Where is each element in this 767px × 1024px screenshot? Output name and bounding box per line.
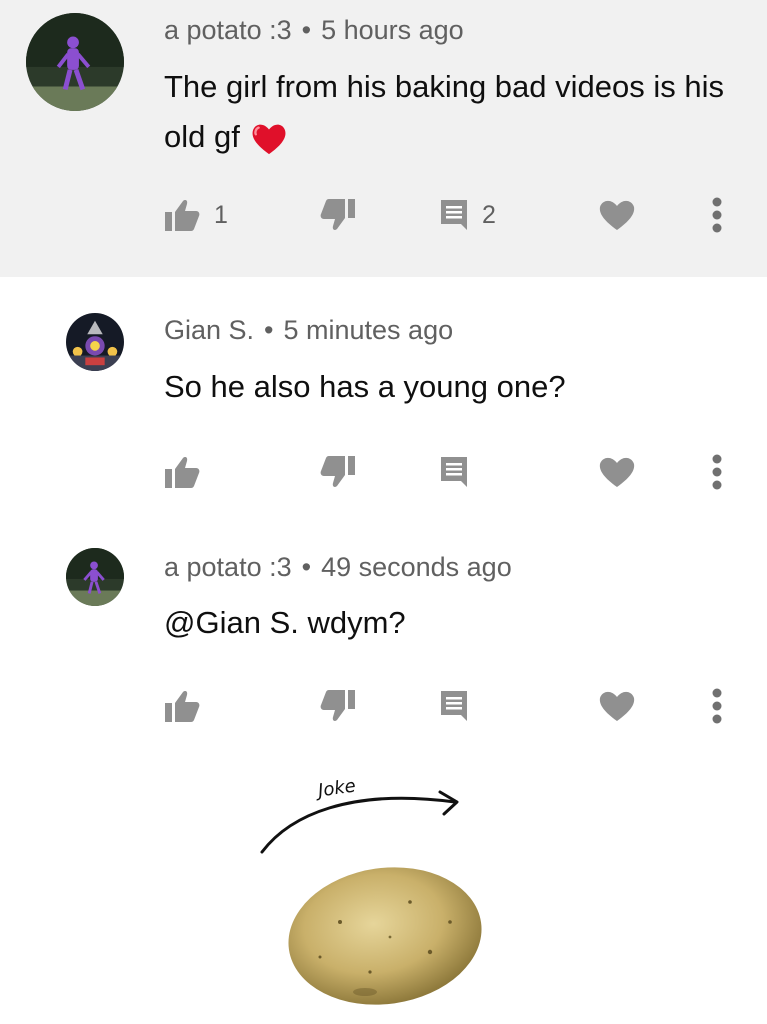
thumbs-up-icon <box>164 198 200 232</box>
potato-image <box>280 862 490 1012</box>
reply-comment-icon <box>440 199 468 231</box>
dislike-button[interactable] <box>320 681 356 731</box>
dislike-button[interactable] <box>320 190 356 240</box>
heart-button[interactable] <box>598 447 636 497</box>
author-name[interactable]: Gian S. <box>164 315 254 345</box>
more-options-button[interactable] <box>712 447 722 497</box>
comment-text-content: The girl from his baking bad videos is h… <box>164 69 724 154</box>
thumbs-down-icon <box>320 689 356 723</box>
heart-button[interactable] <box>598 190 636 240</box>
comment-meta: a potato :3 • 49 seconds ago <box>164 552 512 583</box>
like-count: 1 <box>214 200 228 229</box>
author-name[interactable]: a potato :3 <box>164 15 292 45</box>
avatar[interactable] <box>26 13 124 111</box>
reply-button[interactable] <box>440 447 468 497</box>
heart-icon <box>598 199 636 231</box>
avatar[interactable] <box>66 313 124 371</box>
avatar[interactable] <box>66 548 124 606</box>
heart-icon <box>598 690 636 722</box>
author-name[interactable]: a potato :3 <box>164 552 292 582</box>
dislike-button[interactable] <box>320 447 356 497</box>
more-vertical-icon <box>712 197 722 233</box>
comment-text: So he also has a young one? <box>164 369 566 404</box>
more-vertical-icon <box>712 688 722 724</box>
reply-button[interactable]: 2 <box>440 190 496 240</box>
reply-comment-icon <box>440 456 468 488</box>
red-heart-emoji <box>250 122 288 156</box>
timestamp[interactable]: 49 seconds ago <box>321 552 512 582</box>
thumbs-down-icon <box>320 455 356 489</box>
comment-highlighted: a potato :3 • 5 hours ago The girl from hi… <box>0 0 767 277</box>
more-options-button[interactable] <box>712 681 722 731</box>
like-button[interactable]: 1 <box>164 190 228 240</box>
reply-comment-icon <box>440 690 468 722</box>
meta-separator: • <box>264 315 274 345</box>
comment-actions: 1 2 <box>0 190 767 240</box>
hand-drawn-arrow <box>250 770 490 870</box>
meta-separator: • <box>301 552 312 582</box>
heart-button[interactable] <box>598 681 636 731</box>
comment-actions <box>0 681 767 731</box>
heart-icon <box>598 456 636 488</box>
timestamp[interactable]: 5 minutes ago <box>284 315 454 345</box>
comment-meta: a potato :3 • 5 hours ago <box>164 15 464 46</box>
comment-text: @Gian S. wdym? <box>164 605 406 640</box>
thumbs-up-icon <box>164 455 200 489</box>
comment: a potato :3 • 49 seconds ago @Gian S. wdym… <box>0 522 767 752</box>
like-button[interactable] <box>164 681 200 731</box>
thumbs-down-icon <box>320 198 356 232</box>
comment-text: The girl from his baking bad videos is h… <box>164 62 764 162</box>
comment-actions <box>0 447 767 497</box>
meta-separator: • <box>301 15 312 45</box>
thumbs-up-icon <box>164 689 200 723</box>
timestamp[interactable]: 5 hours ago <box>321 15 464 45</box>
reply-count: 2 <box>482 200 496 229</box>
reply-button[interactable] <box>440 681 468 731</box>
comment-meta: Gian S. • 5 minutes ago <box>164 315 453 346</box>
more-options-button[interactable] <box>712 190 722 240</box>
comment: Gian S. • 5 minutes ago So he also has a y… <box>0 277 767 522</box>
more-vertical-icon <box>712 454 722 490</box>
like-button[interactable] <box>164 447 200 497</box>
